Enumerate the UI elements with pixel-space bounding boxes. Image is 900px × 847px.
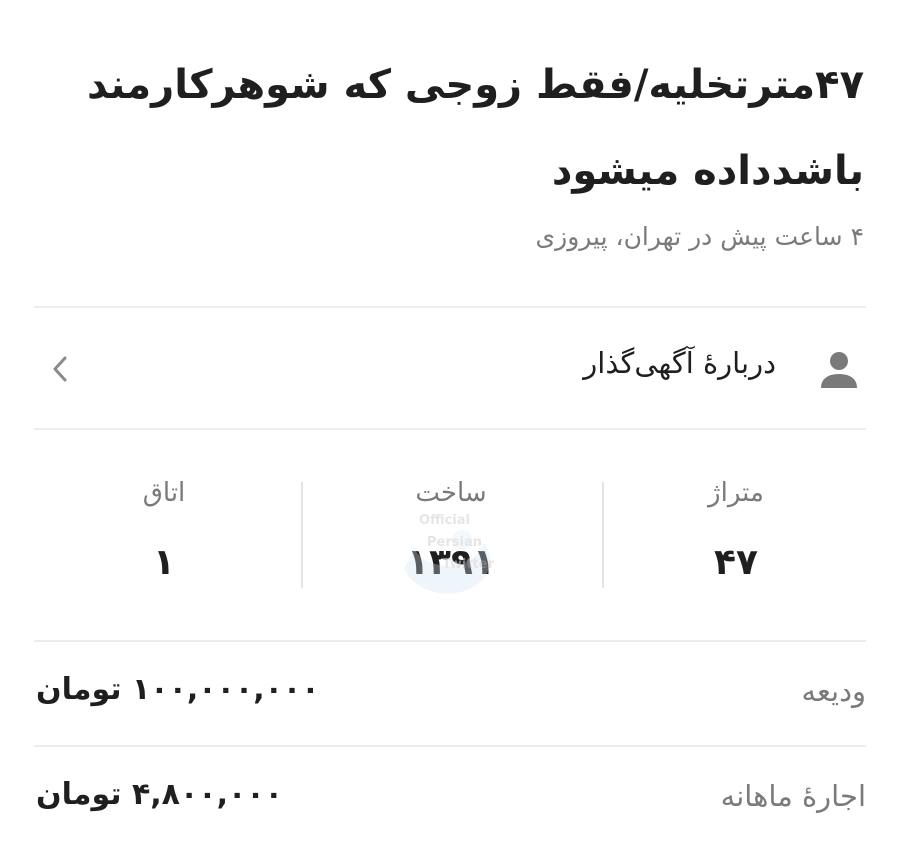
watermark-text-3: Twitter: [442, 557, 494, 572]
stat-rooms-label: اتاق: [142, 478, 186, 508]
deposit-value: ۱۰۰,۰۰۰,۰۰۰ تومان: [36, 672, 320, 707]
divider: [34, 428, 866, 430]
watermark-text-1: Official: [419, 513, 470, 528]
about-advertiser-label: دربارهٔ آگهی‌گذار: [583, 346, 776, 380]
chevron-left-icon[interactable]: [50, 354, 70, 384]
monthly-rent-label: اجارهٔ ماهانه: [720, 779, 866, 813]
stat-area: متراژ ۴۷: [606, 470, 866, 600]
stat-rooms-value: ۱: [153, 542, 175, 583]
stat-separator: [301, 482, 303, 588]
listing-title-line-2: باشدداده میشود: [551, 148, 864, 194]
stat-rooms: اتاق ۱: [34, 470, 294, 600]
monthly-rent-value: ۴,۸۰۰,۰۰۰ تومان: [36, 777, 283, 812]
deposit-label: ودیعه: [801, 674, 866, 708]
listing-page: ۴۷مترتخلیه/فقط زوجی که شوهرکارمند باشددا…: [0, 0, 900, 842]
person-icon: [821, 352, 857, 388]
watermark-logo: Official Persian Twitter: [404, 513, 495, 594]
listing-title-line-1: ۴۷مترتخلیه/فقط زوجی که شوهرکارمند: [86, 62, 864, 108]
about-advertiser-row[interactable]: دربارهٔ آگهی‌گذار: [34, 310, 866, 428]
listing-meta: ۴ ساعت پیش در تهران، پیروزی: [535, 222, 864, 251]
listing-title: ۴۷مترتخلیه/فقط زوجی که شوهرکارمند باشددا…: [44, 42, 864, 214]
watermark-text-2: Persian: [427, 535, 482, 550]
stat-area-label: متراژ: [708, 478, 764, 508]
deposit-row: ودیعه ۱۰۰,۰۰۰,۰۰۰ تومان: [34, 642, 866, 742]
stat-area-value: ۴۷: [714, 542, 758, 583]
stat-separator: [602, 482, 604, 588]
monthly-rent-row: اجارهٔ ماهانه ۴,۸۰۰,۰۰۰ تومان: [34, 747, 866, 847]
divider: [34, 306, 866, 308]
